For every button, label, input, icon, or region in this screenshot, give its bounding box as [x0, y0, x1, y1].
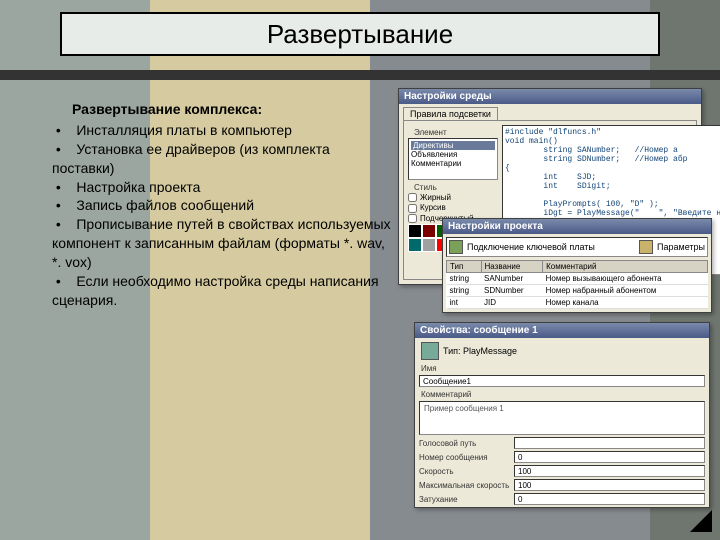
window-titlebar[interactable]: Настройки проекта — [443, 219, 711, 234]
property-row: Максимальная скорость100 — [419, 479, 705, 491]
bullet-item: • Если необходимо настройка среды написа… — [52, 272, 392, 310]
list-item: Объявления — [411, 150, 495, 159]
accent-bar — [0, 70, 720, 80]
type-label: Тип: PlayMessage — [443, 346, 517, 356]
list-item: Комментарии — [411, 159, 495, 168]
window-titlebar[interactable]: Настройки среды — [399, 89, 701, 104]
table-row[interactable]: stringSDNumberНомер набранный абонентом — [447, 285, 708, 297]
property-row: Голосовой путь — [419, 437, 705, 449]
property-row: Затухание0 — [419, 493, 705, 505]
slide-title: Развертывание — [60, 12, 660, 56]
group-label: Элемент — [414, 128, 492, 137]
property-input[interactable]: 0 — [514, 451, 705, 463]
check-italic[interactable]: Курсив — [408, 203, 498, 212]
color-swatch[interactable] — [422, 238, 436, 252]
col-type: Тип — [447, 261, 482, 273]
breadcrumb-text: Подключение ключевой платы — [467, 242, 635, 252]
check-bold[interactable]: Жирный — [408, 193, 498, 202]
tab-highlight-rules[interactable]: Правила подсветки — [403, 107, 498, 120]
property-label: Голосовой путь — [419, 439, 514, 448]
bullet-item: • Инсталляция платы в компьютер — [52, 121, 392, 140]
color-swatch[interactable] — [422, 224, 436, 238]
comment-textarea[interactable]: Пример сообщения 1 — [419, 401, 705, 435]
style-label: Стиль — [414, 183, 492, 192]
gear-icon — [639, 240, 653, 254]
elements-list[interactable]: Директивы Объявления Комментарии — [408, 138, 498, 180]
component-icon — [421, 342, 439, 360]
bullet-item: • Установка ее драйверов (из комплекта п… — [52, 140, 392, 178]
property-label: Максимальная скорость — [419, 481, 514, 490]
property-input[interactable]: 0 — [514, 493, 705, 505]
name-label: Имя — [421, 364, 703, 373]
vars-table[interactable]: Тип Название Комментарий stringSANumberН… — [446, 260, 708, 309]
params-button[interactable]: Параметры — [657, 242, 705, 252]
bullet-item: • Запись файлов сообщений — [52, 196, 392, 215]
window-properties: Свойства: сообщение 1 Тип: PlayMessage И… — [414, 322, 710, 508]
name-input[interactable]: Сообщение1 — [419, 375, 705, 387]
window-project-settings: Настройки проекта Подключение ключевой п… — [442, 218, 712, 313]
col-name: Название — [481, 261, 543, 273]
property-row: Номер сообщения0 — [419, 451, 705, 463]
property-input[interactable]: 100 — [514, 479, 705, 491]
page-corner-icon — [690, 510, 712, 532]
slide-body: Развертывание комплекса: • Инсталляция п… — [52, 100, 392, 310]
property-input[interactable]: 100 — [514, 465, 705, 477]
property-input[interactable] — [514, 437, 705, 449]
col-comment: Комментарий — [543, 261, 708, 273]
table-row[interactable]: intJIDНомер канала — [447, 297, 708, 309]
property-label: Скорость — [419, 467, 514, 476]
folder-icon — [449, 240, 463, 254]
color-swatch[interactable] — [408, 224, 422, 238]
bullet-item: • Прописывание путей в свойствах использ… — [52, 215, 392, 272]
color-swatch[interactable] — [408, 238, 422, 252]
property-row: Скорость100 — [419, 465, 705, 477]
window-titlebar[interactable]: Свойства: сообщение 1 — [415, 323, 709, 338]
table-row[interactable]: stringSANumberНомер вызывающего абонента — [447, 273, 708, 285]
bullet-item: • Настройка проекта — [52, 178, 392, 197]
comment-label: Комментарий — [421, 390, 703, 399]
property-label: Номер сообщения — [419, 453, 514, 462]
body-heading: Развертывание комплекса: — [72, 100, 392, 119]
list-item: Директивы — [411, 141, 495, 150]
property-label: Затухание — [419, 495, 514, 504]
